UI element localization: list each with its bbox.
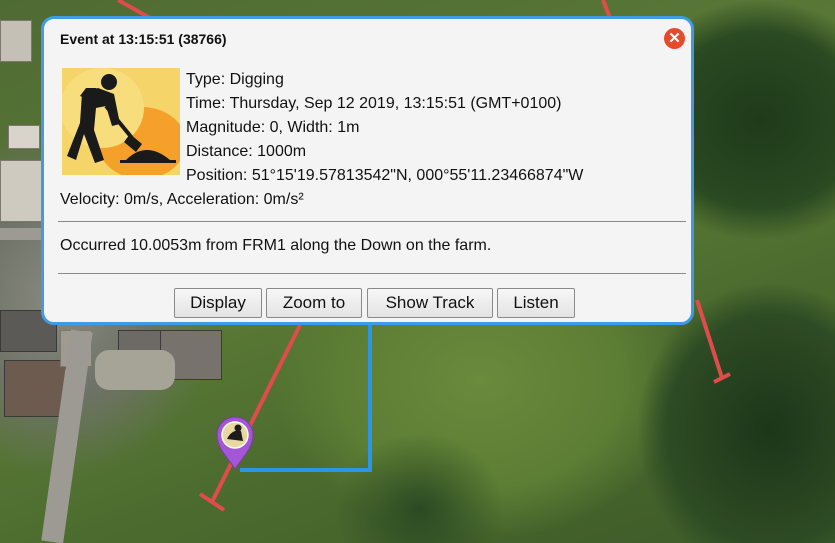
event-position: Position: 51°15'19.57813542"N, 000°55'11… bbox=[186, 167, 584, 184]
popup-title: Event at 13:15:51 (38766) bbox=[60, 31, 227, 47]
event-distance: Distance: 1000m bbox=[186, 143, 307, 160]
map-pin-icon[interactable] bbox=[215, 415, 255, 471]
zoom-to-button[interactable]: Zoom to bbox=[266, 288, 362, 318]
event-magnitude: Magnitude: 0, Width: 1m bbox=[186, 119, 360, 136]
listen-button[interactable]: Listen bbox=[497, 288, 575, 318]
close-icon[interactable]: ✕ bbox=[664, 28, 685, 49]
event-velocity: Velocity: 0m/s, Acceleration: 0m/s² bbox=[60, 191, 304, 208]
show-track-button[interactable]: Show Track bbox=[367, 288, 493, 318]
event-type: Type: Digging bbox=[186, 71, 284, 88]
digging-worker-icon bbox=[62, 68, 180, 175]
divider bbox=[58, 273, 686, 274]
event-occurred: Occurred 10.0053m from FRM1 along the Do… bbox=[60, 237, 492, 254]
track-route[interactable] bbox=[240, 325, 372, 472]
event-popup: Event at 13:15:51 (38766) ✕ Type: Diggin… bbox=[41, 16, 694, 325]
fibre-line-segment bbox=[210, 324, 302, 503]
fibre-line-segment-east bbox=[695, 299, 724, 379]
event-time: Time: Thursday, Sep 12 2019, 13:15:51 (G… bbox=[186, 95, 562, 112]
divider bbox=[58, 221, 686, 222]
fibre-line-end-cap bbox=[198, 492, 226, 512]
display-button[interactable]: Display bbox=[174, 288, 262, 318]
